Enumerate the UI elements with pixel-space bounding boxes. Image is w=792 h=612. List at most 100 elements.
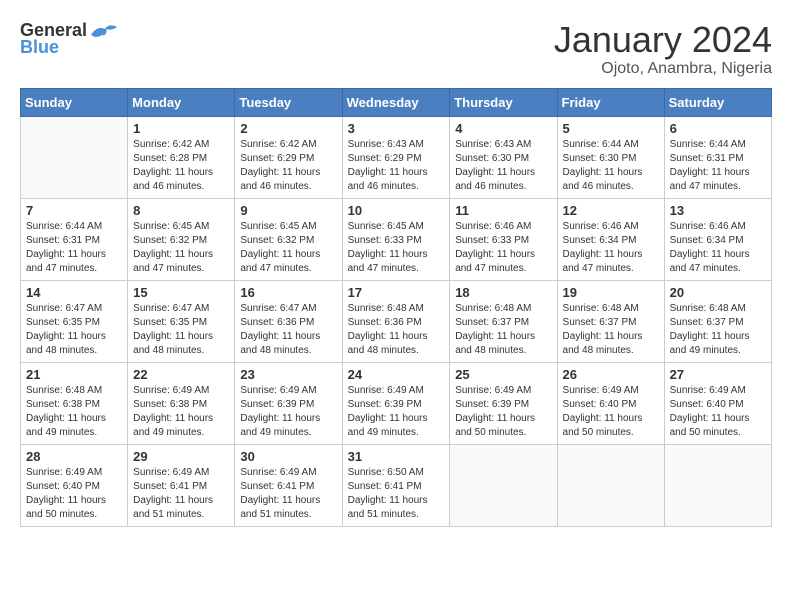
day-number: 20 xyxy=(670,285,766,300)
day-number: 7 xyxy=(26,203,122,218)
day-number: 14 xyxy=(26,285,122,300)
day-info: Sunrise: 6:49 AM Sunset: 6:40 PM Dayligh… xyxy=(670,384,766,440)
calendar-day-cell: 26Sunrise: 6:49 AM Sunset: 6:40 PM Dayli… xyxy=(557,362,664,444)
day-number: 22 xyxy=(133,367,229,382)
day-info: Sunrise: 6:44 AM Sunset: 6:31 PM Dayligh… xyxy=(26,220,122,276)
calendar-day-cell: 11 Sunrise: 6:46 AM Sunset: 6:33 PM Dayli… xyxy=(450,198,557,280)
logo-bird-icon xyxy=(89,21,117,41)
logo-blue-text: Blue xyxy=(20,37,59,58)
calendar-day-cell: 16 Sunrise: 6:47 AM Sunset: 6:36 PM Dayli… xyxy=(235,280,342,362)
calendar-table: SundayMondayTuesdayWednesdayThursdayFrid… xyxy=(20,88,772,527)
calendar-day-cell: 30Sunrise: 6:49 AM Sunset: 6:41 PM Dayli… xyxy=(235,444,342,526)
day-number: 28 xyxy=(26,449,122,464)
calendar-day-cell: 18Sunrise: 6:48 AM Sunset: 6:37 PM Dayli… xyxy=(450,280,557,362)
calendar-day-cell: 4 Sunrise: 6:43 AM Sunset: 6:30 PM Daylig… xyxy=(450,116,557,198)
day-info: Sunrise: 6:43 AM Sunset: 6:30 PM Dayligh… xyxy=(455,138,551,194)
day-info: Sunrise: 6:42 AM Sunset: 6:28 PM Dayligh… xyxy=(133,138,229,194)
day-number: 11 xyxy=(455,203,551,218)
weekday-header: Sunday xyxy=(21,88,128,116)
calendar-day-cell: 20Sunrise: 6:48 AM Sunset: 6:37 PM Dayli… xyxy=(664,280,771,362)
calendar-day-cell: 19 Sunrise: 6:48 AM Sunset: 6:37 PM Dayli… xyxy=(557,280,664,362)
weekday-header: Thursday xyxy=(450,88,557,116)
month-year-title: January 2024 xyxy=(554,20,772,60)
day-number: 2 xyxy=(240,121,336,136)
day-number: 8 xyxy=(133,203,229,218)
calendar-header-row: SundayMondayTuesdayWednesdayThursdayFrid… xyxy=(21,88,772,116)
day-info: Sunrise: 6:49 AM Sunset: 6:39 PM Dayligh… xyxy=(240,384,336,440)
calendar-day-cell: 17Sunrise: 6:48 AM Sunset: 6:36 PM Dayli… xyxy=(342,280,450,362)
day-number: 30 xyxy=(240,449,336,464)
day-info: Sunrise: 6:45 AM Sunset: 6:33 PM Dayligh… xyxy=(348,220,445,276)
calendar-day-cell: 24 Sunrise: 6:49 AM Sunset: 6:39 PM Dayli… xyxy=(342,362,450,444)
calendar-day-cell: 22Sunrise: 6:49 AM Sunset: 6:38 PM Dayli… xyxy=(128,362,235,444)
calendar-day-cell: 25Sunrise: 6:49 AM Sunset: 6:39 PM Dayli… xyxy=(450,362,557,444)
day-info: Sunrise: 6:49 AM Sunset: 6:39 PM Dayligh… xyxy=(455,384,551,440)
day-info: Sunrise: 6:47 AM Sunset: 6:36 PM Dayligh… xyxy=(240,302,336,358)
calendar-week-row: 28 Sunrise: 6:49 AM Sunset: 6:40 PM Dayli… xyxy=(21,444,772,526)
calendar-day-cell: 21 Sunrise: 6:48 AM Sunset: 6:38 PM Dayli… xyxy=(21,362,128,444)
weekday-header: Tuesday xyxy=(235,88,342,116)
day-number: 15 xyxy=(133,285,229,300)
day-info: Sunrise: 6:46 AM Sunset: 6:34 PM Dayligh… xyxy=(563,220,659,276)
day-info: Sunrise: 6:45 AM Sunset: 6:32 PM Dayligh… xyxy=(240,220,336,276)
calendar-week-row: 14 Sunrise: 6:47 AM Sunset: 6:35 PM Dayli… xyxy=(21,280,772,362)
calendar-week-row: 1 Sunrise: 6:42 AM Sunset: 6:28 PM Daylig… xyxy=(21,116,772,198)
day-info: Sunrise: 6:49 AM Sunset: 6:40 PM Dayligh… xyxy=(563,384,659,440)
day-info: Sunrise: 6:50 AM Sunset: 6:41 PM Dayligh… xyxy=(348,466,445,522)
day-info: Sunrise: 6:48 AM Sunset: 6:38 PM Dayligh… xyxy=(26,384,122,440)
day-info: Sunrise: 6:45 AM Sunset: 6:32 PM Dayligh… xyxy=(133,220,229,276)
day-info: Sunrise: 6:43 AM Sunset: 6:29 PM Dayligh… xyxy=(348,138,445,194)
day-number: 18 xyxy=(455,285,551,300)
day-info: Sunrise: 6:44 AM Sunset: 6:31 PM Dayligh… xyxy=(670,138,766,194)
title-block: January 2024 Ojoto, Anambra, Nigeria xyxy=(554,20,772,78)
day-number: 10 xyxy=(348,203,445,218)
calendar-day-cell: 3 Sunrise: 6:43 AM Sunset: 6:29 PM Daylig… xyxy=(342,116,450,198)
day-info: Sunrise: 6:46 AM Sunset: 6:33 PM Dayligh… xyxy=(455,220,551,276)
day-number: 3 xyxy=(348,121,445,136)
calendar-day-cell: 23 Sunrise: 6:49 AM Sunset: 6:39 PM Dayli… xyxy=(235,362,342,444)
day-info: Sunrise: 6:48 AM Sunset: 6:36 PM Dayligh… xyxy=(348,302,445,358)
calendar-day-cell: 31 Sunrise: 6:50 AM Sunset: 6:41 PM Dayli… xyxy=(342,444,450,526)
calendar-day-cell xyxy=(21,116,128,198)
day-number: 23 xyxy=(240,367,336,382)
calendar-day-cell: 28 Sunrise: 6:49 AM Sunset: 6:40 PM Dayli… xyxy=(21,444,128,526)
day-number: 13 xyxy=(670,203,766,218)
day-number: 21 xyxy=(26,367,122,382)
calendar-day-cell: 13 Sunrise: 6:46 AM Sunset: 6:34 PM Dayli… xyxy=(664,198,771,280)
day-info: Sunrise: 6:46 AM Sunset: 6:34 PM Dayligh… xyxy=(670,220,766,276)
day-number: 29 xyxy=(133,449,229,464)
day-number: 1 xyxy=(133,121,229,136)
day-number: 27 xyxy=(670,367,766,382)
calendar-day-cell: 1 Sunrise: 6:42 AM Sunset: 6:28 PM Daylig… xyxy=(128,116,235,198)
day-number: 12 xyxy=(563,203,659,218)
calendar-day-cell: 9 Sunrise: 6:45 AM Sunset: 6:32 PM Daylig… xyxy=(235,198,342,280)
calendar-day-cell: 7 Sunrise: 6:44 AM Sunset: 6:31 PM Daylig… xyxy=(21,198,128,280)
page-header: General Blue January 2024 Ojoto, Anambra… xyxy=(20,20,772,78)
day-number: 24 xyxy=(348,367,445,382)
calendar-day-cell: 5Sunrise: 6:44 AM Sunset: 6:30 PM Daylig… xyxy=(557,116,664,198)
day-number: 31 xyxy=(348,449,445,464)
calendar-day-cell: 6 Sunrise: 6:44 AM Sunset: 6:31 PM Daylig… xyxy=(664,116,771,198)
day-info: Sunrise: 6:42 AM Sunset: 6:29 PM Dayligh… xyxy=(240,138,336,194)
calendar-day-cell xyxy=(664,444,771,526)
logo: General Blue xyxy=(20,20,117,58)
day-info: Sunrise: 6:47 AM Sunset: 6:35 PM Dayligh… xyxy=(26,302,122,358)
day-number: 19 xyxy=(563,285,659,300)
day-info: Sunrise: 6:48 AM Sunset: 6:37 PM Dayligh… xyxy=(563,302,659,358)
weekday-header: Wednesday xyxy=(342,88,450,116)
day-number: 16 xyxy=(240,285,336,300)
day-info: Sunrise: 6:44 AM Sunset: 6:30 PM Dayligh… xyxy=(563,138,659,194)
calendar-week-row: 21 Sunrise: 6:48 AM Sunset: 6:38 PM Dayli… xyxy=(21,362,772,444)
day-number: 6 xyxy=(670,121,766,136)
day-number: 9 xyxy=(240,203,336,218)
day-info: Sunrise: 6:49 AM Sunset: 6:41 PM Dayligh… xyxy=(133,466,229,522)
day-info: Sunrise: 6:49 AM Sunset: 6:40 PM Dayligh… xyxy=(26,466,122,522)
weekday-header: Friday xyxy=(557,88,664,116)
calendar-day-cell: 27 Sunrise: 6:49 AM Sunset: 6:40 PM Dayli… xyxy=(664,362,771,444)
day-info: Sunrise: 6:49 AM Sunset: 6:39 PM Dayligh… xyxy=(348,384,445,440)
day-number: 4 xyxy=(455,121,551,136)
calendar-day-cell: 15Sunrise: 6:47 AM Sunset: 6:35 PM Dayli… xyxy=(128,280,235,362)
calendar-day-cell: 14 Sunrise: 6:47 AM Sunset: 6:35 PM Dayli… xyxy=(21,280,128,362)
calendar-day-cell xyxy=(450,444,557,526)
calendar-week-row: 7 Sunrise: 6:44 AM Sunset: 6:31 PM Daylig… xyxy=(21,198,772,280)
